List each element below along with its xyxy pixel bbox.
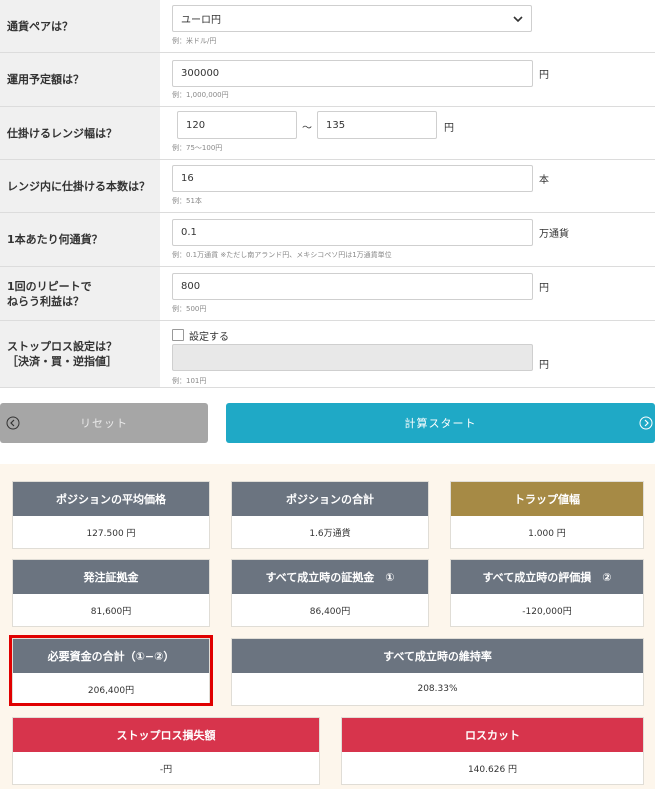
maintenance-card: すべて成立時の維持率 208.33% xyxy=(231,638,644,706)
margin-all-value: 86,400円 xyxy=(309,606,351,617)
pair-example: 例：米ドル/円 xyxy=(172,37,217,45)
range-example: 例：75〜100円 xyxy=(172,144,223,152)
order-margin-card: 発注証拠金 81,600円 xyxy=(12,559,210,627)
total-position-value: 1.6万通貨 xyxy=(309,528,351,539)
margin-all-card: すべて成立時の証拠金 ① 86,400円 xyxy=(231,559,429,627)
loss-all-card: すべて成立時の評価損 ② -120,000円 xyxy=(450,559,644,627)
pair-select-value: ユーロ円 xyxy=(181,15,221,26)
stop-row: ストップロス設定は？ ［決済・買・逆指値］ 設定する 円 例：101円 xyxy=(0,321,655,388)
count-unit: 本 xyxy=(539,175,549,186)
losscut-card: ロスカット 140.626 円 xyxy=(341,717,644,785)
stop-checkbox[interactable] xyxy=(172,329,184,341)
range-label: 仕掛けるレンジ幅は？ xyxy=(0,107,160,159)
stop-example: 例：101円 xyxy=(172,377,207,385)
amount-row: 運用予定額は？ 300000 円 例：1,000,000円 xyxy=(0,53,655,107)
range-row: 仕掛けるレンジ幅は？ 120 〜 135 円 例：75〜100円 xyxy=(0,107,655,160)
loss-all-value: -120,000円 xyxy=(522,606,572,617)
stop-label: ストップロス設定は？ ［決済・買・逆指値］ xyxy=(0,321,160,387)
amount-label: 運用予定額は？ xyxy=(0,53,160,106)
count-input[interactable]: 16 xyxy=(172,165,533,192)
profit-example: 例：500円 xyxy=(172,305,207,313)
order-margin-title: 発注証拠金 xyxy=(13,560,209,594)
trap-width-title: トラップ値幅 xyxy=(451,482,643,516)
reset-button[interactable]: リセット xyxy=(0,403,208,443)
per-label: 1本あたり何通貨？ xyxy=(0,213,160,266)
losscut-title: ロスカット xyxy=(342,718,643,752)
count-example: 例：51本 xyxy=(172,197,202,205)
amount-example: 例：1,000,000円 xyxy=(172,91,229,99)
profit-row: 1回のリピートで ねらう利益は？ 800 円 例：500円 xyxy=(0,267,655,321)
profit-unit: 円 xyxy=(539,283,549,294)
stoploss-title: ストップロス損失額 xyxy=(13,718,319,752)
amount-unit: 円 xyxy=(539,70,549,81)
per-example: 例：0.1万通貨 ※ただし南アランド円、メキシコペソ円は1万通貨単位 xyxy=(172,251,392,259)
total-position-card: ポジションの合計 1.6万通貨 xyxy=(231,481,429,549)
chevron-right-circle-icon xyxy=(639,416,653,430)
margin-all-title: すべて成立時の証拠金 ① xyxy=(232,560,428,594)
stoploss-value: -円 xyxy=(159,764,173,775)
reset-label: リセット xyxy=(80,417,128,430)
trap-width-card: トラップ値幅 1.000 円 xyxy=(450,481,644,549)
count-row: レンジ内に仕掛ける本数は？ 16 本 例：51本 xyxy=(0,160,655,213)
range-low-input[interactable]: 120 xyxy=(177,111,297,139)
amount-input[interactable]: 300000 xyxy=(172,60,533,87)
maintenance-value: 208.33% xyxy=(417,684,458,694)
profit-label: 1回のリピートで ねらう利益は？ xyxy=(0,267,160,320)
avg-price-title: ポジションの平均価格 xyxy=(13,482,209,516)
stop-checkbox-label[interactable]: 設定する xyxy=(189,328,229,343)
trap-width-value: 1.000 円 xyxy=(528,528,566,539)
count-label: レンジ内に仕掛ける本数は？ xyxy=(0,160,160,212)
losscut-value: 140.626 円 xyxy=(467,764,518,775)
chevron-left-circle-icon xyxy=(6,416,20,430)
pair-select[interactable]: ユーロ円 xyxy=(172,5,532,32)
per-row: 1本あたり何通貨？ 0.1 万通貨 例：0.1万通貨 ※ただし南アランド円、メキ… xyxy=(0,213,655,267)
avg-price-card: ポジションの平均価格 127.500 円 xyxy=(12,481,210,549)
per-unit: 万通貨 xyxy=(539,229,569,240)
per-input[interactable]: 0.1 xyxy=(172,219,533,246)
total-position-title: ポジションの合計 xyxy=(232,482,428,516)
range-unit: 円 xyxy=(444,123,454,134)
profit-input[interactable]: 800 xyxy=(172,273,533,300)
order-margin-value: 81,600円 xyxy=(90,606,132,617)
pair-label: 通貨ペアは？ xyxy=(0,0,160,52)
range-high-input[interactable]: 135 xyxy=(317,111,437,139)
required-highlight-frame xyxy=(9,635,213,706)
stop-unit: 円 xyxy=(539,360,549,371)
results-panel: ポジションの平均価格 127.500 円 ポジションの合計 1.6万通貨 トラッ… xyxy=(0,464,655,789)
pair-row: 通貨ペアは？ ユーロ円 例：米ドル/円 xyxy=(0,0,655,53)
stop-input[interactable] xyxy=(172,344,533,371)
maintenance-title: すべて成立時の維持率 xyxy=(232,639,643,673)
start-label: 計算スタート xyxy=(404,417,477,430)
start-button[interactable]: 計算スタート xyxy=(226,403,655,443)
loss-all-title: すべて成立時の評価損 ② xyxy=(451,560,643,594)
stoploss-card: ストップロス損失額 -円 xyxy=(12,717,320,785)
chevron-down-icon xyxy=(513,16,523,23)
range-separator: 〜 xyxy=(302,123,312,134)
avg-price-value: 127.500 円 xyxy=(86,528,136,539)
